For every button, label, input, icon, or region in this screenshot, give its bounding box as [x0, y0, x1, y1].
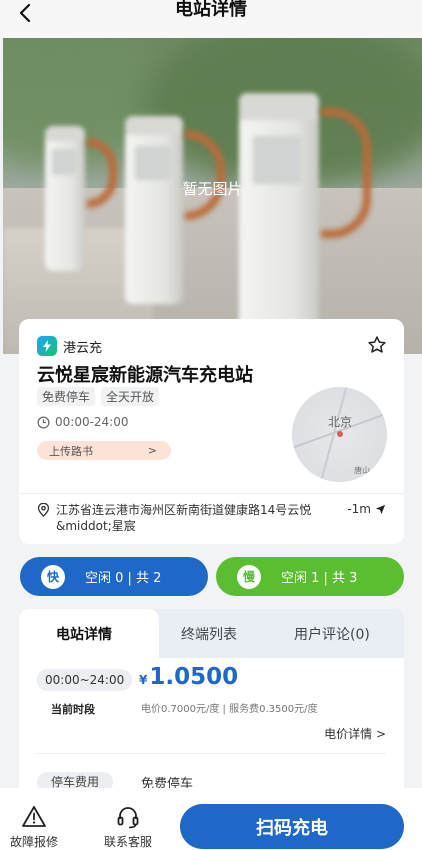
- upload-route-label: 上传路书: [49, 444, 93, 458]
- navigate-button[interactable]: -1m: [347, 502, 386, 516]
- time-range-pill: 00:00~24:00: [37, 669, 133, 691]
- bottom-action-bar: 故障报修 联系客服 扫码充电: [0, 788, 422, 850]
- map-location-marker-icon: [337, 431, 343, 437]
- distance-text: -1m: [347, 502, 371, 516]
- page-title: 电站详情: [175, 0, 247, 20]
- current-period-label: 当前时段: [51, 703, 95, 716]
- map-small-label: 唐山: [354, 466, 370, 475]
- header: 电站详情: [0, 0, 422, 38]
- tab-station-details[interactable]: 电站详情: [56, 624, 112, 644]
- station-photo: 暂无图片: [3, 38, 422, 354]
- address-text: 江苏省连云港市海州区新南街道健康路14号云悦&middot;星宸: [56, 503, 312, 533]
- opening-hours-text: 00:00-24:00: [55, 415, 129, 429]
- fast-charger-availability[interactable]: 快 空闲 0 | 共 2: [20, 557, 208, 596]
- price-details-link[interactable]: 电价详情 >: [324, 725, 386, 742]
- tab-terminal-list[interactable]: 终端列表: [181, 624, 237, 644]
- slow-availability-text: 空闲 1 | 共 3: [281, 571, 358, 586]
- station-tags: 免费停车 全天开放: [37, 387, 160, 406]
- fast-badge: 快: [41, 564, 65, 589]
- station-address[interactable]: 江苏省连云港市海州区新南街道健康路14号云悦&middot;星宸: [37, 502, 317, 534]
- warning-triangle-icon: [22, 806, 46, 827]
- headset-icon: [117, 807, 139, 829]
- map-city-label: 北京: [328, 415, 353, 429]
- slow-badge: 慢: [237, 564, 261, 589]
- customer-service-button[interactable]: 联系客服: [98, 804, 158, 850]
- operator-logo-icon: [37, 336, 57, 356]
- station-info-card: 港云充 云悦星宸新能源汽车充电站 免费停车 全天开放 00:00-24:00 上…: [19, 319, 404, 544]
- current-price: ¥ 1.0500: [139, 664, 238, 690]
- station-name: 云悦星宸新能源汽车充电站: [37, 365, 253, 386]
- chevron-right-icon: >: [147, 444, 157, 457]
- customer-service-label: 联系客服: [103, 835, 152, 849]
- operator-name: 港云充: [63, 340, 103, 356]
- scan-to-charge-button[interactable]: 扫码充电: [180, 804, 404, 849]
- clock-icon: [37, 416, 50, 428]
- tag-free-parking: 免费停车: [37, 387, 96, 406]
- fault-report-label: 故障报修: [9, 835, 58, 849]
- tag-open-all-day: 全天开放: [101, 387, 160, 406]
- opening-hours: 00:00-24:00: [37, 415, 129, 429]
- tab-user-reviews[interactable]: 用户评论(0): [294, 624, 370, 644]
- upload-route-button[interactable]: 上传路书 >: [37, 441, 171, 460]
- operator-brand: 港云充: [37, 336, 102, 356]
- detail-tabs: 电站详情 终端列表 用户评论(0): [19, 609, 404, 659]
- fast-availability-text: 空闲 0 | 共 2: [85, 571, 162, 586]
- map-thumbnail[interactable]: 北京 唐山: [292, 387, 387, 482]
- no-image-text: 暂无图片: [182, 180, 243, 198]
- price-breakdown: 电价0.7000元/度 | 服务费0.3500元/度: [141, 704, 318, 715]
- fault-report-button[interactable]: 故障报修: [6, 804, 62, 850]
- favorite-star-icon[interactable]: [367, 335, 387, 355]
- navigation-arrow-icon: [375, 504, 386, 514]
- price-value: 1.0500: [149, 664, 239, 690]
- location-pin-icon: [37, 503, 50, 517]
- currency-symbol: ¥: [139, 673, 148, 687]
- slow-charger-availability[interactable]: 慢 空闲 1 | 共 3: [216, 557, 404, 596]
